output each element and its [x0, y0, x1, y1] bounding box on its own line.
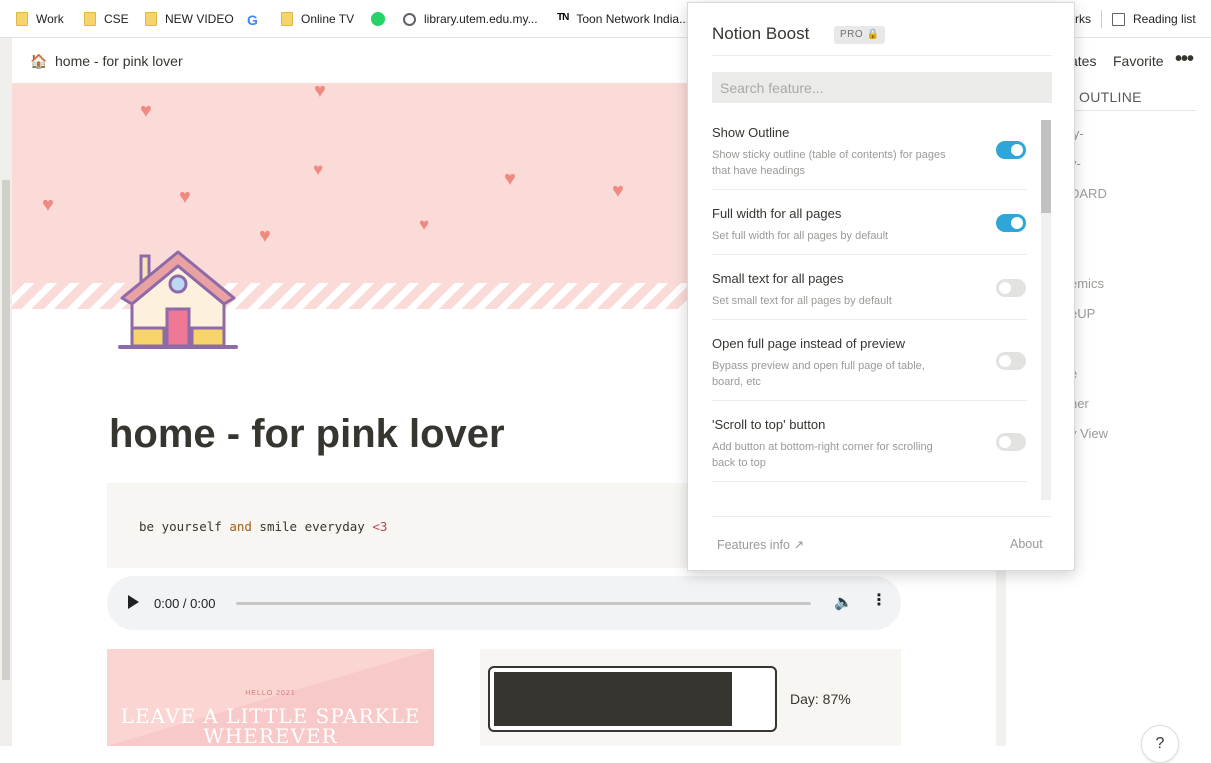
help-button[interactable]: ?	[1141, 725, 1179, 763]
about-link[interactable]: About	[1010, 537, 1043, 551]
scrollbar-thumb[interactable]	[1041, 120, 1051, 213]
audio-player: 0:00 / 0:00 🔈 ⋮	[107, 576, 901, 630]
features-info-link[interactable]: Features info ↗	[717, 537, 804, 552]
heart-icon: ♥	[504, 168, 516, 190]
feature-desc: Set full width for all pages by default	[712, 230, 889, 242]
folder-icon	[84, 12, 96, 26]
quote-text: LEAVE A LITTLE SPARKLE WHEREVER	[120, 704, 421, 746]
notion-boost-popup: Notion Boost PRO 🔒 Show Outline Show sti…	[687, 2, 1075, 571]
popup-title: Notion Boost	[712, 24, 810, 43]
audio-time: 0:00 / 0:00	[154, 596, 216, 611]
reading-list-button[interactable]: Reading list	[1112, 0, 1196, 38]
feature-list: Show Outline Show sticky outline (table …	[688, 120, 1040, 500]
bookmark-library[interactable]: library.utem.edu.my...	[403, 0, 538, 38]
feature-desc: Show sticky outline (table of contents) …	[712, 149, 946, 177]
toggle-knob	[999, 355, 1011, 367]
toggle-knob	[1011, 217, 1023, 229]
popup-footer-divider	[712, 516, 1052, 517]
whatsapp-icon	[371, 12, 385, 26]
outline-item[interactable]: y View	[1070, 426, 1108, 441]
toggle-knob	[1011, 144, 1023, 156]
folder-icon	[16, 12, 28, 26]
progress-bar	[488, 666, 777, 732]
feature-desc: Set small text for all pages by default	[712, 295, 892, 307]
feature-small-text: Small text for all pages Set small text …	[712, 256, 1027, 320]
bookmarks-divider	[1101, 10, 1102, 28]
play-icon[interactable]	[128, 595, 139, 609]
toggle-knob	[999, 436, 1011, 448]
code-text: be yourself and smile everyday <3	[139, 519, 388, 534]
bookmark-work[interactable]: Work	[16, 0, 64, 38]
feature-desc: Bypass preview and open full page of tab…	[712, 360, 925, 388]
heart-icon: ♥	[140, 100, 152, 122]
feature-name: Full width for all pages	[712, 206, 842, 221]
feature-full-width: Full width for all pages Set full width …	[712, 191, 1027, 255]
more-options-icon[interactable]: •••	[1175, 48, 1194, 71]
bookmark-google[interactable]: G	[247, 0, 266, 38]
volume-icon[interactable]: 🔈	[834, 593, 853, 611]
folder-icon	[145, 12, 157, 26]
globe-icon	[403, 12, 416, 26]
feature-name: 'Scroll to top' button	[712, 417, 826, 432]
reading-list-icon	[1112, 12, 1125, 26]
feature-list-scrollbar[interactable]	[1041, 120, 1051, 500]
quote-image: HELLO 2021 LEAVE A LITTLE SPARKLE WHEREV…	[107, 649, 434, 746]
outline-item[interactable]: emics	[1070, 276, 1104, 291]
popup-divider	[712, 55, 1052, 56]
progress-bar-fill	[494, 672, 732, 726]
heart-icon: ♥	[313, 160, 324, 179]
progress-label: Day: 87%	[790, 691, 851, 707]
bookmark-new-video[interactable]: NEW VIDEO	[145, 0, 234, 38]
feature-desc: Add button at bottom-right corner for sc…	[712, 441, 933, 469]
toggle-small-text[interactable]	[996, 279, 1026, 297]
heart-icon: ♥	[419, 215, 430, 234]
feature-name: Show Outline	[712, 125, 790, 140]
toggle-open-full-page[interactable]	[996, 352, 1026, 370]
toggle-scroll-to-top[interactable]	[996, 433, 1026, 451]
heart-icon: ♥	[179, 186, 191, 208]
favorite-button[interactable]: Favorite	[1113, 53, 1164, 69]
heart-icon: ♥	[314, 80, 326, 102]
outline-divider	[1068, 110, 1196, 111]
audio-more-icon[interactable]: ⋮	[871, 590, 887, 610]
page-title[interactable]: home - for pink lover	[109, 412, 505, 457]
bookmark-online-tv[interactable]: Online TV	[281, 0, 354, 38]
breadcrumb[interactable]: home - for pink lover	[55, 53, 183, 69]
house-icon: 🏠	[30, 53, 48, 69]
outline-item[interactable]: DARD	[1070, 186, 1107, 201]
day-progress-widget: Day: 87%	[480, 649, 901, 746]
search-input[interactable]	[712, 72, 1052, 103]
bookmark-toon-network[interactable]: TN Toon Network India...	[557, 0, 689, 38]
feature-name: Small text for all pages	[712, 271, 844, 286]
heart-icon: ♥	[259, 225, 271, 247]
audio-seek-bar[interactable]	[236, 602, 811, 605]
external-link-icon: ↗	[793, 538, 804, 552]
bookmark-other[interactable]: rks	[1075, 0, 1091, 38]
bookmark-cse[interactable]: CSE	[84, 0, 129, 38]
house-page-icon[interactable]	[118, 248, 238, 353]
left-scrollbar[interactable]	[2, 180, 10, 680]
heart-icon: ♥	[42, 194, 54, 216]
toggle-show-outline[interactable]	[996, 141, 1026, 159]
code-block[interactable]: be yourself and smile everyday <3	[107, 483, 687, 568]
toggle-knob	[999, 282, 1011, 294]
quote-subtitle: HELLO 2021	[245, 690, 296, 697]
tn-icon: TN	[557, 12, 569, 23]
feature-show-outline: Show Outline Show sticky outline (table …	[712, 120, 1027, 190]
toggle-full-width[interactable]	[996, 214, 1026, 232]
feature-open-full-page: Open full page instead of preview Bypass…	[712, 321, 1027, 401]
pro-badge: PRO 🔒	[834, 26, 886, 44]
lock-icon: 🔒	[866, 29, 880, 40]
folder-icon	[281, 12, 293, 26]
google-icon: G	[247, 12, 258, 28]
heart-icon: ♥	[612, 180, 624, 202]
bookmark-whatsapp[interactable]	[371, 0, 393, 38]
feature-scroll-to-top: 'Scroll to top' button Add button at bot…	[712, 402, 1027, 482]
feature-name: Open full page instead of preview	[712, 336, 905, 351]
outline-title: OUTLINE	[1079, 89, 1142, 105]
